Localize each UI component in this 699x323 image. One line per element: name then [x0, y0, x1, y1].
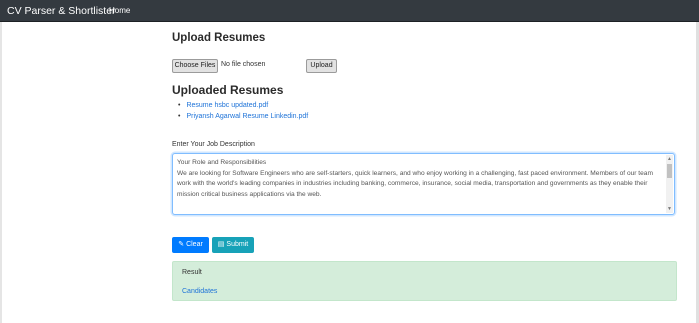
job-description-textarea[interactable]: Your Role and Responsibilities We are lo…	[172, 153, 675, 215]
uploaded-heading: Uploaded Resumes	[172, 83, 284, 97]
clear-button[interactable]: ✎ Clear	[172, 237, 209, 253]
scroll-down-arrow-icon[interactable]: ▼	[667, 206, 672, 212]
job-description-label: Enter Your Job Description	[172, 141, 255, 148]
candidates-link[interactable]: Candidates	[182, 288, 217, 295]
result-panel: Result Candidates	[172, 261, 677, 301]
uploaded-file-list: Resume hsbc updated.pdf Priyansh Agarwal…	[178, 100, 308, 122]
upload-heading: Upload Resumes	[172, 32, 266, 44]
nav-link-home[interactable]: Home	[109, 6, 130, 15]
navbar: CV Parser & Shortlister Home	[0, 0, 699, 22]
scroll-up-arrow-icon[interactable]: ▲	[667, 156, 672, 162]
scroll-thumb[interactable]	[667, 164, 672, 178]
uploaded-file-link[interactable]: Resume hsbc updated.pdf	[178, 100, 308, 111]
file-icon: ▤	[217, 241, 225, 248]
file-status-text: No file chosen	[221, 61, 266, 68]
result-title: Result	[182, 269, 202, 276]
uploaded-file-link[interactable]: Priyansh Agarwal Resume Linkedin.pdf	[178, 111, 308, 122]
eraser-icon: ✎	[178, 241, 185, 248]
clear-button-label: Clear	[186, 241, 203, 248]
choose-files-button[interactable]: Choose Files	[172, 59, 218, 73]
job-description-text: Your Role and Responsibilities We are lo…	[177, 159, 653, 198]
brand-title[interactable]: CV Parser & Shortlister	[7, 5, 116, 17]
textarea-scrollbar[interactable]: ▲ ▼	[666, 155, 673, 213]
upload-button[interactable]: Upload	[306, 59, 337, 73]
left-edge	[0, 22, 2, 323]
submit-button[interactable]: ▤ Submit	[212, 237, 254, 253]
submit-button-label: Submit	[226, 241, 249, 248]
